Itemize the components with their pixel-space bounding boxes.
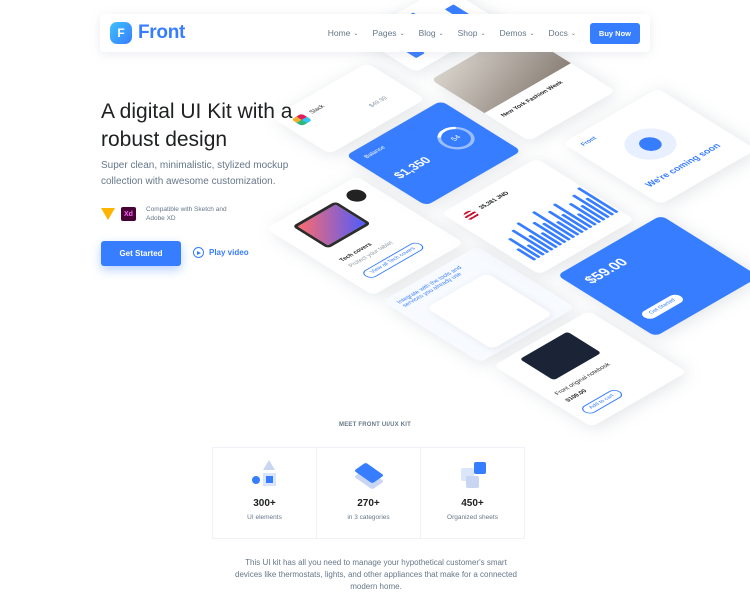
nav-demos[interactable]: Demos ⌄ [500,28,535,38]
nav-pages[interactable]: Pages ⌄ [372,28,404,38]
nav-shop[interactable]: Shop ⌄ [458,28,486,38]
shapes-icon [250,460,280,490]
stat-card: 450+ Organized sheets [420,447,525,539]
adobe-xd-icon: Xd [121,207,136,221]
price-top: $49.99 [368,95,390,109]
tablet-image [292,201,372,249]
chevron-down-icon: ⌄ [399,30,405,37]
logo-icon: F [110,22,132,44]
front-card-logo: Front [580,136,599,148]
stat-value: 450+ [461,498,484,509]
hero-subtitle: Super clean, minimalistic, stylized mock… [101,160,289,187]
compat-text: Compatible with Sketch and Adobe XD [146,206,227,222]
nav-docs[interactable]: Docs ⌄ [549,28,576,38]
get-started-button[interactable]: Get Started [101,241,181,266]
section-description: This UI kit has all you need to manage y… [235,558,517,591]
chevron-down-icon: ⌄ [570,30,576,37]
nav-blog[interactable]: Blog ⌄ [419,28,444,38]
site-header: F Front Home ⌄ Pages ⌄ Blog ⌄ Shop ⌄ Demos ⌄ … [100,14,650,52]
play-video-label: Play video [209,248,249,257]
nav-home[interactable]: Home ⌄ [328,28,359,38]
logo[interactable]: F Front [110,22,185,44]
play-icon [193,247,204,258]
layers-icon [353,460,384,490]
play-video-link[interactable]: Play video [193,247,249,258]
landing-page: Tech covers Protect your tablet View all… [0,0,750,600]
chevron-down-icon: ⌄ [480,30,486,37]
section-eyebrow: MEET FRONT UI/UX KIT [339,422,411,428]
stats-row: 300+ UI elements 270+ in 3 categories 45… [212,447,525,539]
coming-soon-card: Front We're coming soon [562,88,750,205]
headphones-image [342,187,371,205]
buy-now-button[interactable]: Buy Now [589,22,640,44]
flag-icon [460,208,482,222]
amount-value: 35,381 JND [477,191,512,211]
stat-label: UI elements [247,514,282,521]
compatibility: Xd Compatible with Sketch and Adobe XD [101,205,236,223]
sketch-icon [101,208,115,220]
chevron-down-icon: ⌄ [529,30,535,37]
stat-card: 300+ UI elements [212,447,317,539]
stat-card: 270+ in 3 categories [316,447,421,539]
illustration [613,121,688,167]
stat-label: in 3 categories [347,514,390,521]
main-nav: Home ⌄ Pages ⌄ Blog ⌄ Shop ⌄ Demos ⌄ Docs ⌄ Bu… [328,22,640,44]
chevron-down-icon: ⌄ [438,30,444,37]
balance-label: Balance [363,145,388,160]
stat-label: Organized sheets [447,514,498,521]
balance-value: $1,350 [390,154,435,181]
stat-value: 270+ [357,498,380,509]
puzzle-icon [458,460,488,490]
stat-value: 300+ [253,498,276,509]
hero-title: A digital UI Kit with a robust design [101,100,293,151]
balance-ring: 54 [429,122,483,155]
logo-text: Front [138,22,186,43]
price-card-button: Get Started [638,292,687,321]
mockup-collage: Tech covers Protect your tablet View all… [265,0,750,430]
price-card-value: $59.00 [579,255,632,286]
chevron-down-icon: ⌄ [353,30,359,37]
